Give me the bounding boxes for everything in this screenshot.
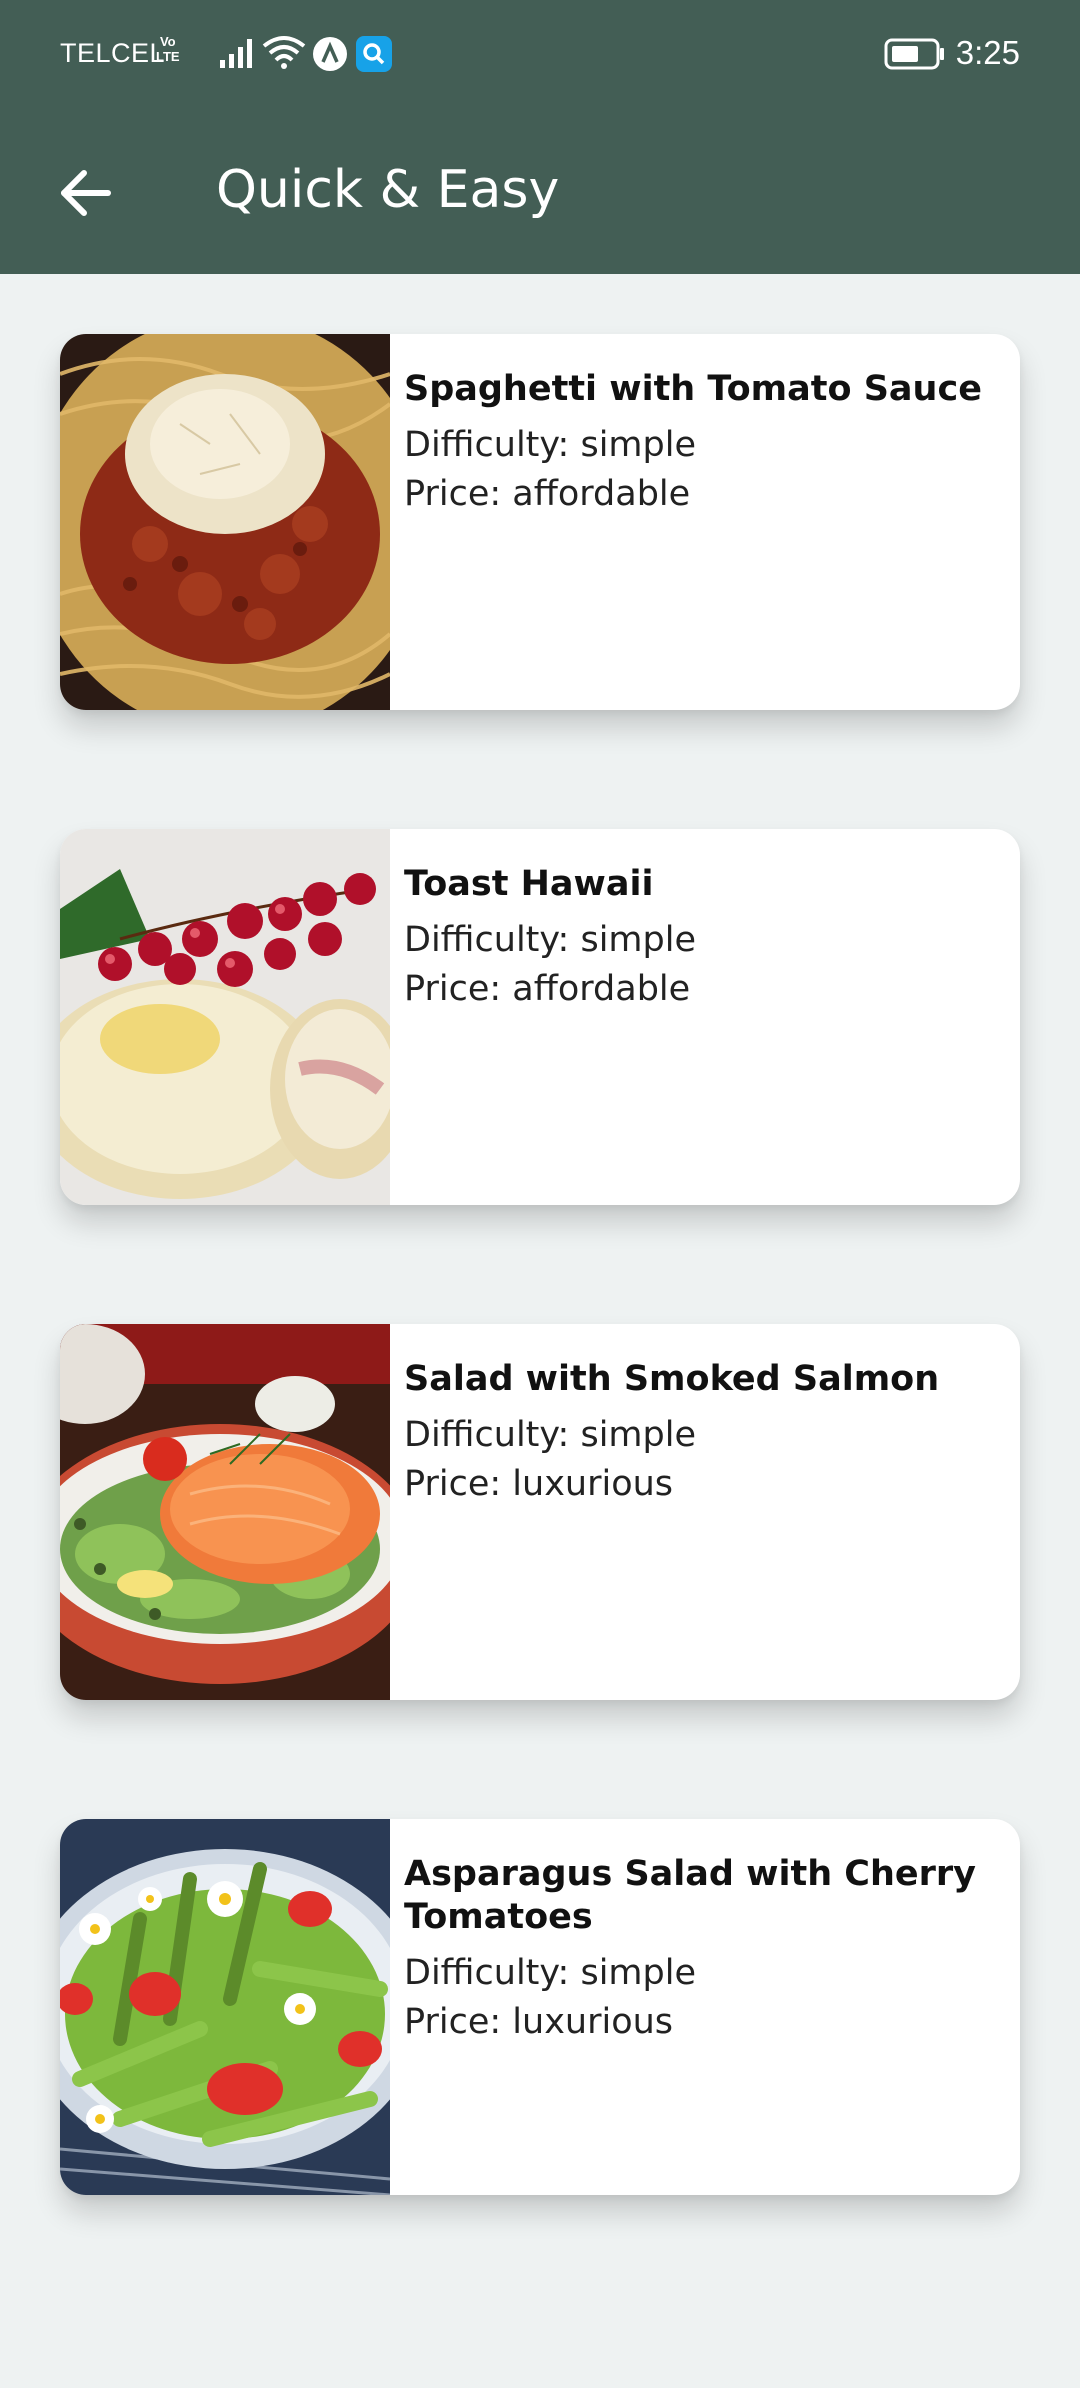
meal-title: Spaghetti with Tomato Sauce: [404, 369, 982, 409]
page-title: Quick & Easy: [216, 160, 560, 220]
meal-difficulty: Difficulty: simple: [404, 425, 696, 465]
meal-info: Asparagus Salad with Cherry Tomatoes Dif…: [404, 1853, 994, 2047]
meal-info: Toast Hawaii Difficulty: simple Price: a…: [404, 863, 994, 1014]
meal-card-toast-hawaii[interactable]: Toast Hawaii Difficulty: simple Price: a…: [60, 829, 1020, 1205]
meal-card-asparagus-salad[interactable]: Asparagus Salad with Cherry Tomatoes Dif…: [60, 1819, 1020, 2195]
search-app-icon: [356, 36, 392, 72]
meal-title: Asparagus Salad with Cherry Tomatoes: [404, 1854, 976, 1937]
arrow-back-icon: [61, 170, 111, 216]
meal-difficulty: Difficulty: simple: [404, 1415, 696, 1455]
meal-difficulty: Difficulty: simple: [404, 1953, 696, 1993]
meal-info: Spaghetti with Tomato Sauce Difficulty: …: [404, 368, 994, 519]
battery-icon: [884, 38, 944, 70]
meal-price: Price: affordable: [404, 474, 691, 514]
app-bar: Quick & Easy: [0, 108, 1080, 274]
meal-image-spaghetti: [60, 334, 390, 710]
meal-image-asparagus-salad: [60, 1819, 390, 2195]
meal-price: Price: luxurious: [404, 1464, 674, 1504]
meal-image-toast-hawaii: [60, 829, 390, 1205]
meal-title: Salad with Smoked Salmon: [404, 1359, 940, 1399]
app-a-icon: [313, 37, 347, 71]
signal-icon: [220, 39, 252, 68]
meal-info: Salad with Smoked Salmon Difficulty: sim…: [404, 1358, 994, 1509]
meal-title: Toast Hawaii: [404, 864, 654, 904]
volte-indicator: Vo LTE: [156, 34, 180, 64]
carrier-label: TELCEL: [60, 38, 166, 68]
meal-price: Price: luxurious: [404, 2002, 674, 2042]
back-button[interactable]: [40, 148, 130, 238]
meal-card-smoked-salmon[interactable]: Salad with Smoked Salmon Difficulty: sim…: [60, 1324, 1020, 1700]
meal-price: Price: affordable: [404, 969, 691, 1009]
meal-difficulty: Difficulty: simple: [404, 920, 696, 960]
meal-image-smoked-salmon: [60, 1324, 390, 1700]
clock: 3:25: [955, 34, 1020, 71]
wifi-icon: [262, 36, 306, 69]
meal-card-spaghetti[interactable]: Spaghetti with Tomato Sauce Difficulty: …: [60, 334, 1020, 710]
status-bar: TELCEL Vo LTE 3:25: [0, 0, 1080, 108]
